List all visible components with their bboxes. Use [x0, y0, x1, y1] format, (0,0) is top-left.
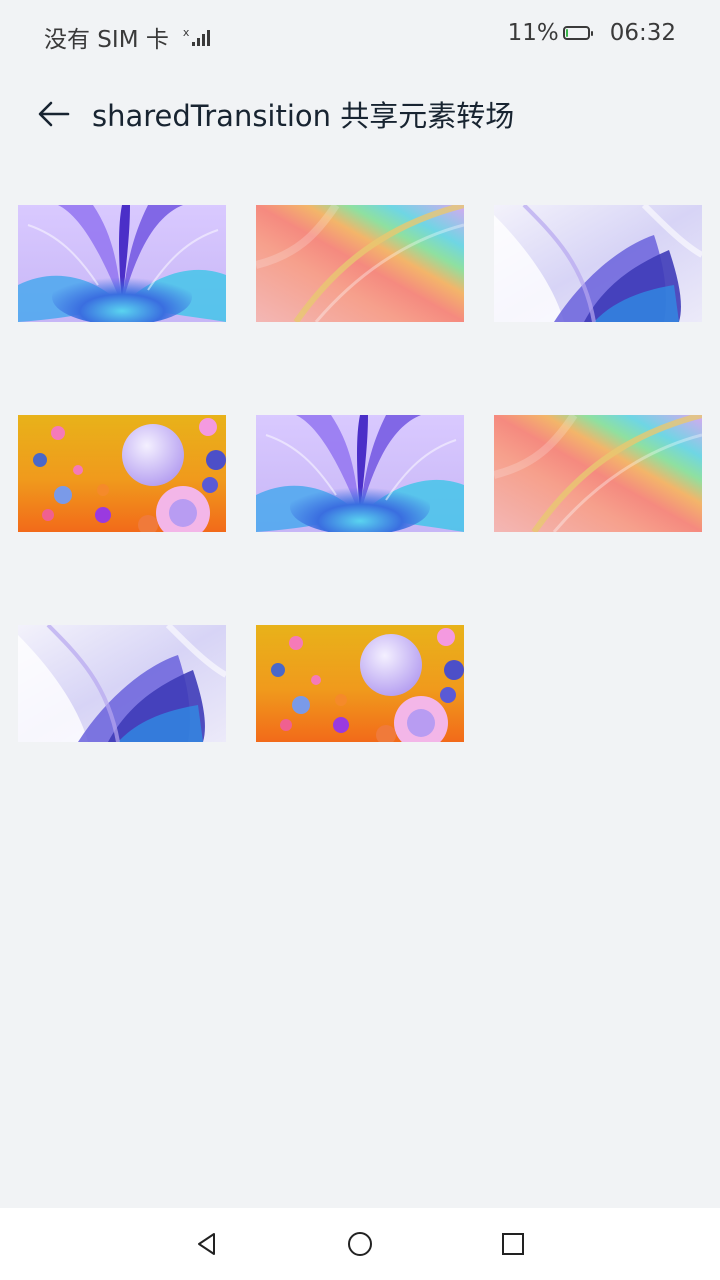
home-circle-icon [348, 1232, 372, 1256]
lavender-petals-image [494, 205, 702, 322]
status-bar: 没有 SIM 卡 x 11% 06:32 [0, 0, 720, 72]
gallery-image-tile[interactable] [18, 625, 226, 742]
purple-blue-flower-image [18, 205, 226, 322]
gallery-image-tile[interactable] [256, 205, 464, 322]
orange-bubbles-image [256, 625, 464, 742]
rainbow-gradient-image [256, 205, 464, 322]
rainbow-gradient-image [494, 415, 702, 532]
gallery-image-tile[interactable] [18, 415, 226, 532]
battery-percent: 11% [507, 20, 559, 46]
gallery-image-tile[interactable] [256, 625, 464, 742]
gallery-image-tile[interactable] [256, 415, 464, 532]
nav-home-button[interactable] [342, 1226, 378, 1262]
gallery-image-tile[interactable] [494, 205, 702, 322]
back-button[interactable] [34, 94, 74, 134]
image-grid [18, 205, 708, 742]
page-title: sharedTransition 共享元素转场 [92, 99, 515, 133]
orange-bubbles-image [18, 415, 226, 532]
carrier-text: 没有 SIM 卡 [44, 27, 169, 53]
back-triangle-icon [198, 1233, 215, 1255]
lavender-petals-image [18, 625, 226, 742]
battery-fill [565, 29, 568, 37]
gallery-image-tile[interactable] [18, 205, 226, 322]
title-bar: sharedTransition 共享元素转场 [0, 84, 720, 144]
status-left: 没有 SIM 卡 x [44, 20, 211, 54]
status-right: 11% 06:32 [508, 20, 676, 46]
navigation-bar [0, 1208, 720, 1280]
purple-blue-flower-image [256, 415, 464, 532]
signal-icon: x [183, 27, 211, 46]
nav-recents-button[interactable] [495, 1226, 531, 1262]
nav-back-button[interactable] [189, 1226, 225, 1262]
clock: 06:32 [609, 20, 676, 46]
battery-icon [562, 26, 593, 40]
recents-square-icon [502, 1233, 524, 1255]
back-arrow-icon [38, 101, 70, 127]
gallery-image-tile[interactable] [494, 415, 702, 532]
